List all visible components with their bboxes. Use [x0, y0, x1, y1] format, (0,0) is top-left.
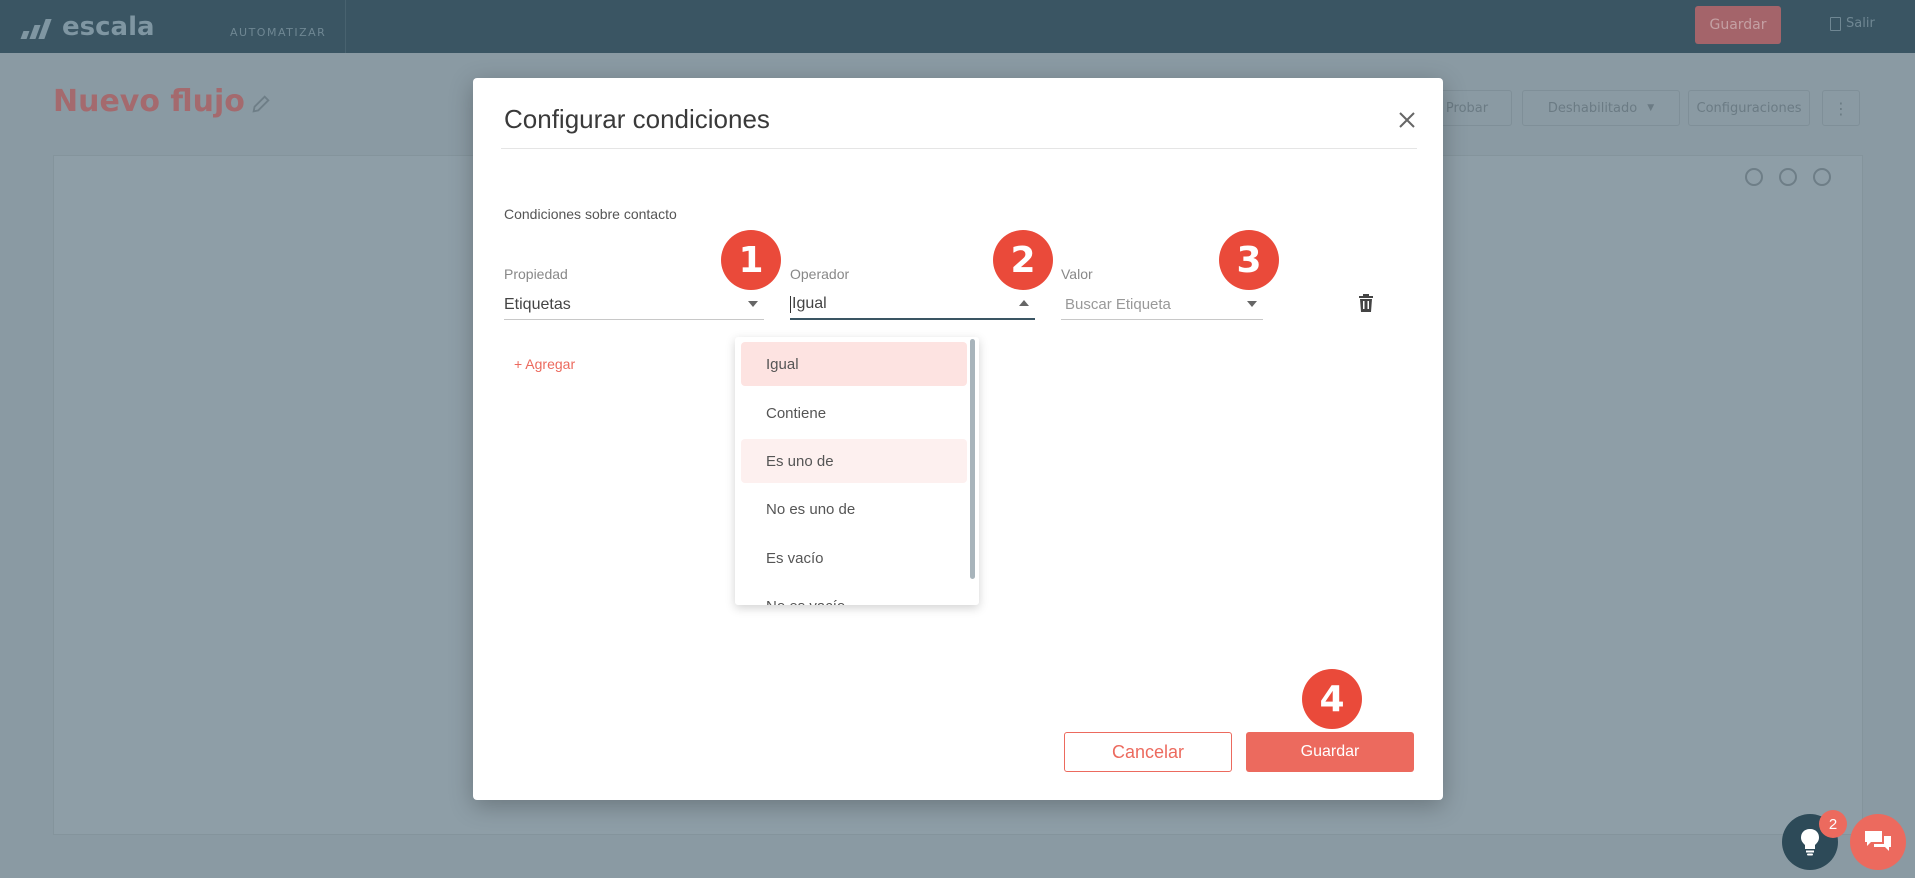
logo-mark-icon [20, 15, 56, 39]
nav-divider [345, 0, 346, 53]
more-options-button[interactable]: ⋮ [1822, 90, 1860, 126]
chat-button[interactable] [1850, 814, 1906, 870]
status-label: Deshabilitado [1547, 100, 1638, 116]
callout-4: 4 [1302, 669, 1362, 729]
caret-up-icon [1019, 300, 1029, 306]
door-icon [1830, 16, 1841, 31]
caret-down-icon [748, 301, 758, 307]
property-value: Etiquetas [504, 295, 571, 313]
brand-name: escala [62, 12, 155, 42]
save-button[interactable]: Guardar [1246, 732, 1414, 772]
close-icon[interactable] [1395, 108, 1419, 132]
option-contiene[interactable]: Contiene [741, 391, 967, 435]
callout-3: 3 [1219, 230, 1279, 290]
exit-label: Salir [1846, 16, 1875, 31]
add-condition-link[interactable]: + Agregar [514, 356, 575, 372]
settings-button[interactable]: Configuraciones [1688, 90, 1810, 126]
operator-dropdown: Igual Contiene Es uno de No es uno de Es… [735, 337, 979, 605]
header-divider [501, 148, 1417, 149]
option-igual[interactable]: Igual [741, 342, 967, 386]
callout-2: 2 [993, 230, 1053, 290]
lightbulb-icon [1801, 829, 1819, 856]
dropdown-scrollbar[interactable] [970, 339, 975, 579]
kebab-icon: ⋮ [1833, 98, 1849, 118]
callout-1: 1 [721, 230, 781, 290]
cancel-button[interactable]: Cancelar [1064, 732, 1232, 772]
chevron-down-icon: ▼ [1647, 103, 1655, 113]
section-label: Condiciones sobre contacto [504, 206, 677, 222]
user-icon[interactable] [1813, 168, 1831, 186]
configure-conditions-dialog: Configurar condiciones Condiciones sobre… [473, 78, 1443, 800]
top-save-button[interactable]: Guardar [1695, 6, 1781, 44]
operator-value: Igual [792, 295, 827, 312]
top-bar: escala AUTOMATIZAR Guardar Salir [0, 0, 1915, 53]
option-no-es-vacio[interactable]: No es vacío [741, 584, 967, 606]
pencil-icon[interactable] [250, 93, 272, 115]
trash-icon[interactable] [1358, 294, 1374, 312]
option-es-vacio[interactable]: Es vacío [741, 536, 967, 580]
notification-badge: 2 [1819, 810, 1847, 838]
option-es-uno-de[interactable]: Es uno de [741, 439, 967, 483]
chat-bubbles-icon [1865, 831, 1891, 851]
value-placeholder: Buscar Etiqueta [1065, 296, 1171, 313]
zoom-in-icon[interactable] [1745, 168, 1763, 186]
dialog-title: Configurar condiciones [504, 104, 770, 134]
page-title: Nuevo flujo [53, 84, 245, 119]
option-no-es-uno-de[interactable]: No es uno de [741, 487, 967, 531]
canvas-tools [1745, 168, 1831, 186]
status-dropdown[interactable]: Deshabilitado ▼ [1522, 90, 1680, 126]
text-cursor [790, 295, 791, 313]
property-select[interactable]: Etiquetas [504, 290, 764, 320]
test-label: Probar [1445, 100, 1489, 116]
nav-automatizar[interactable]: AUTOMATIZAR [230, 26, 326, 39]
caret-down-icon [1247, 301, 1257, 307]
brand-logo[interactable]: escala [20, 12, 155, 42]
exit-button[interactable]: Salir [1830, 16, 1875, 31]
settings-label: Configuraciones [1696, 100, 1802, 116]
operator-select[interactable]: Igual [790, 290, 1035, 320]
zoom-out-icon[interactable] [1779, 168, 1797, 186]
value-search-input[interactable]: Buscar Etiqueta [1061, 290, 1263, 320]
